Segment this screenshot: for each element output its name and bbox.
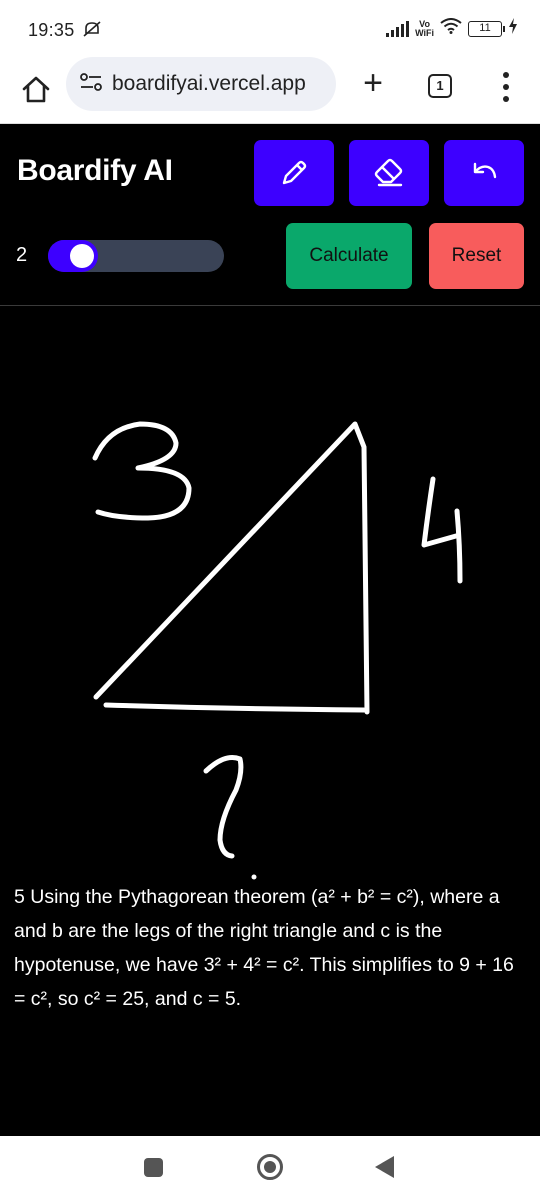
eraser-tool-button[interactable] <box>349 140 429 206</box>
vowifi-bottom-label: WiFi <box>415 27 434 38</box>
brush-size-slider[interactable] <box>48 238 224 272</box>
battery-level: 11 <box>479 21 491 34</box>
brush-size-value: 2 <box>16 244 28 266</box>
handwritten-triangle-base <box>103 702 367 713</box>
back-icon[interactable] <box>375 1156 394 1178</box>
home-button[interactable] <box>20 74 52 106</box>
url-text: boardifyai.vercel.app <box>112 72 306 95</box>
pencil-icon <box>282 160 307 185</box>
system-nav-bar <box>0 1136 540 1200</box>
status-bar: 19:35 Vo WiFi 11 <box>0 0 540 60</box>
calculate-button[interactable]: Calculate <box>286 223 412 289</box>
undo-icon <box>473 162 497 179</box>
browser-toolbar: boardifyai.vercel.app + 1 <box>0 57 540 124</box>
handwritten-4-stem <box>454 508 463 584</box>
tab-count: 1 <box>436 78 444 93</box>
more-vertical-icon <box>503 72 509 78</box>
undo-button[interactable] <box>444 140 524 206</box>
charging-icon <box>508 18 518 39</box>
handwritten-3 <box>92 421 192 521</box>
muted-alarm-icon <box>82 20 102 43</box>
recents-icon[interactable] <box>144 1158 163 1177</box>
result-text: 5 Using the Pythagorean theorem (a² + b²… <box>14 886 514 1010</box>
handwritten-4 <box>421 476 459 548</box>
status-time: 19:35 <box>28 20 75 40</box>
site-settings-icon[interactable] <box>80 72 102 96</box>
handwritten-dot <box>251 874 257 880</box>
signal-icon <box>386 20 410 37</box>
wifi-icon <box>440 18 462 39</box>
drawing-canvas[interactable]: 5 Using the Pythagorean theorem (a² + b²… <box>0 306 540 1136</box>
tab-switcher-button[interactable]: 1 <box>428 74 452 98</box>
app-title: Boardify AI <box>17 154 173 187</box>
home-nav-icon[interactable] <box>257 1154 283 1180</box>
plus-icon: + <box>363 64 383 102</box>
home-icon <box>22 76 50 103</box>
vowifi-indicator: Vo WiFi <box>415 19 434 38</box>
battery-icon: 11 <box>468 20 505 37</box>
status-icons: Vo WiFi 11 <box>386 18 518 39</box>
handwritten-question <box>203 755 244 859</box>
address-bar[interactable]: boardifyai.vercel.app <box>66 57 336 111</box>
new-tab-button[interactable]: + <box>356 66 390 102</box>
reset-button[interactable]: Reset <box>429 223 524 289</box>
browser-menu-button[interactable] <box>496 72 516 102</box>
pencil-tool-button[interactable] <box>254 140 334 206</box>
eraser-icon <box>374 158 403 187</box>
